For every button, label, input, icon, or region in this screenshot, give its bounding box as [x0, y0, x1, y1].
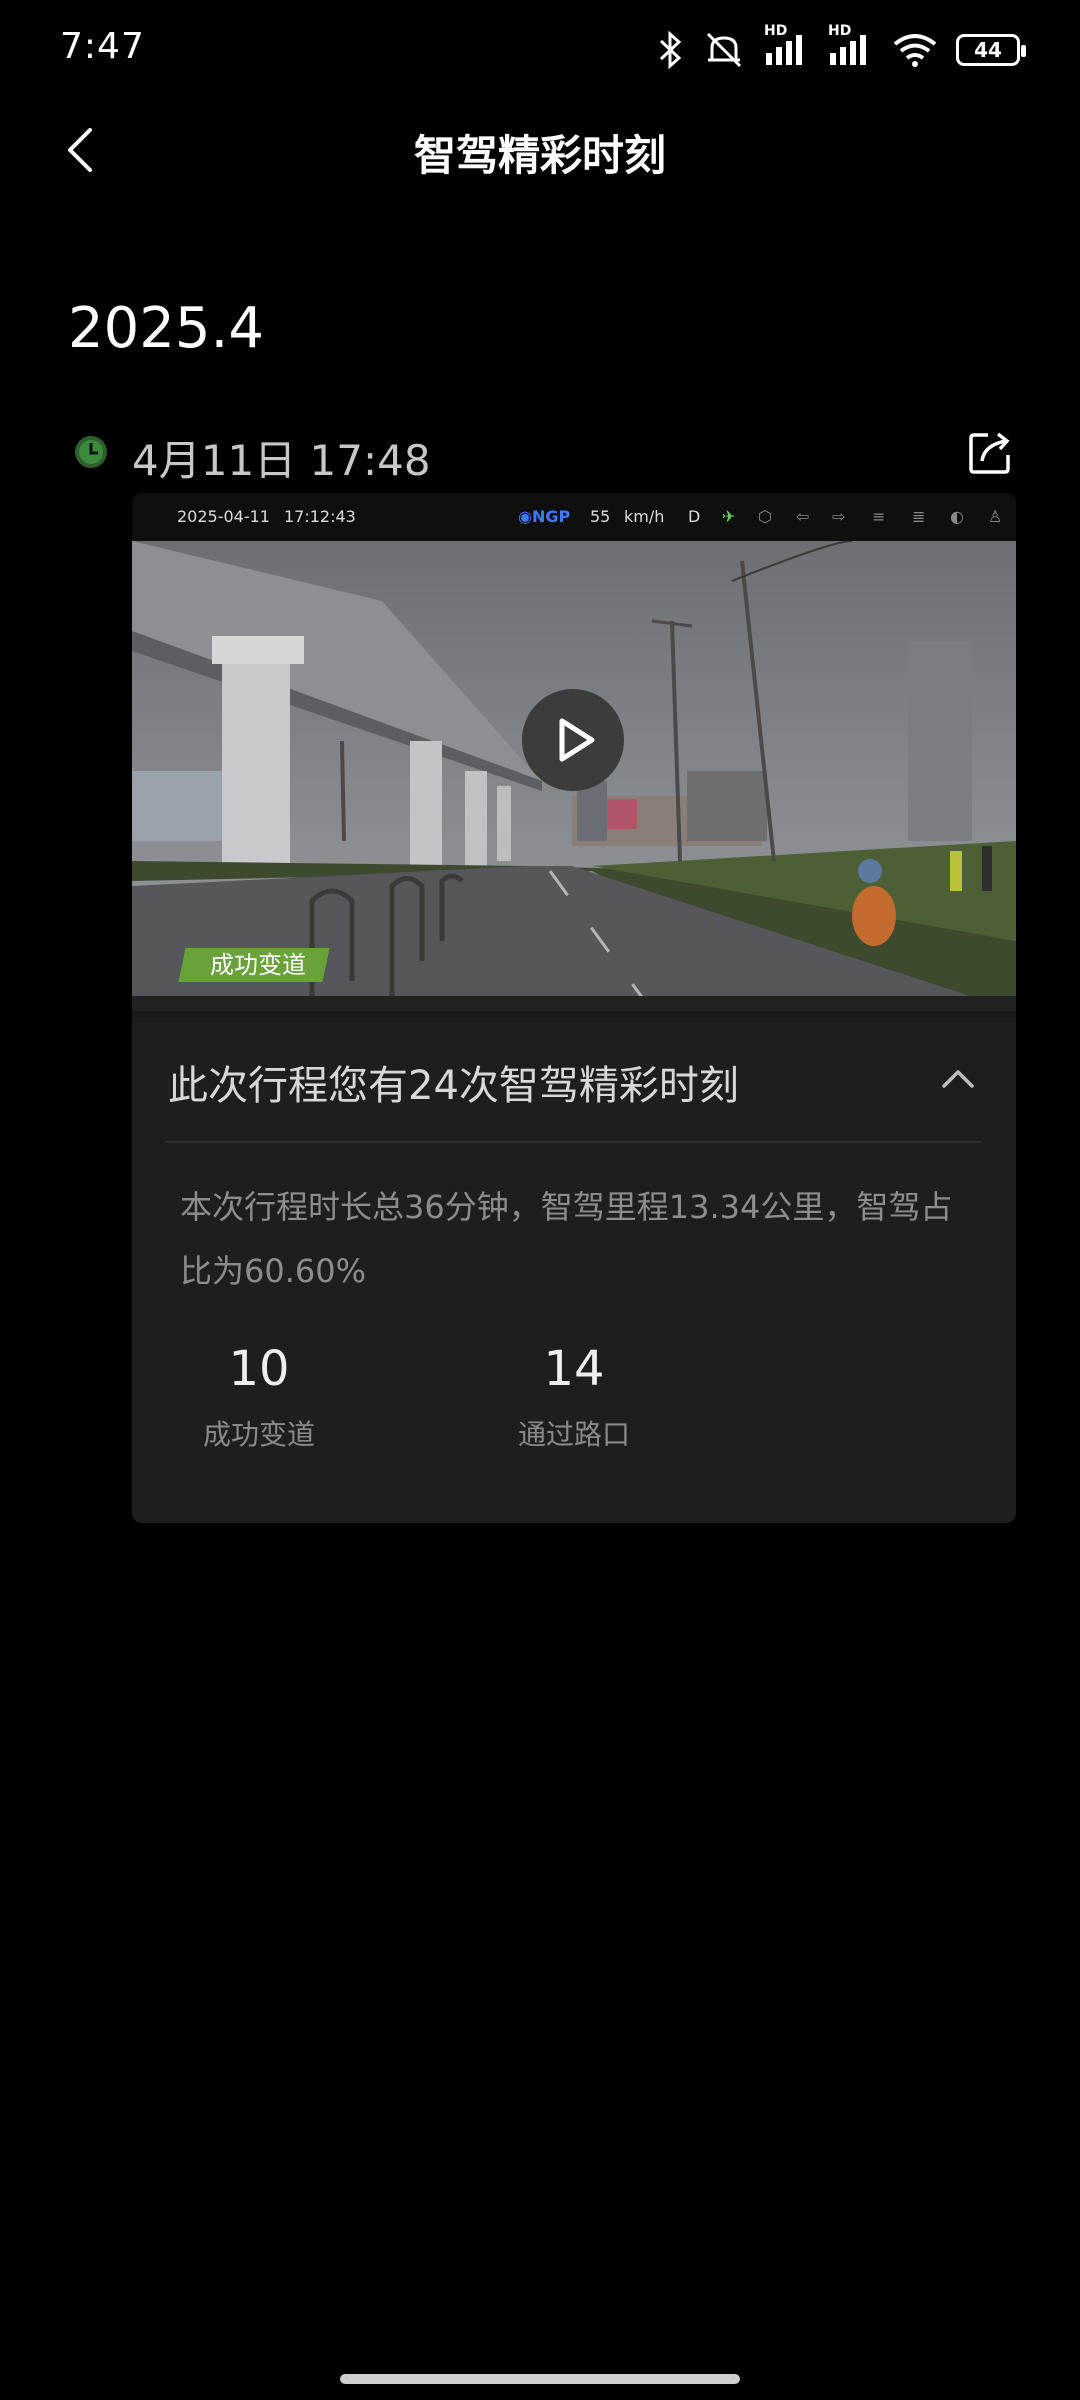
lane-change-tag: 成功变道 — [178, 948, 330, 982]
hd-label-1: HD — [764, 23, 788, 39]
stat-label: 通过路口 — [517, 1418, 630, 1451]
ngp-icon: ◉ — [518, 507, 532, 526]
entry-header: 4月11日 17:48 — [74, 425, 1014, 485]
right-turn-icon: ⇨ — [832, 507, 846, 526]
bluetooth-icon — [659, 31, 682, 69]
hud-mode: ◉NGP — [518, 507, 571, 526]
status-bar: 7:47 HD HD 44 — [0, 0, 1080, 100]
share-icon[interactable] — [968, 429, 1014, 475]
hud-gear: D — [688, 507, 701, 526]
month-heading: 2025.4 — [68, 296, 264, 361]
stat-intersection: 14 通过路口 — [474, 1341, 674, 1453]
hud-date: 2025-04-11 — [177, 507, 270, 526]
tag-label: 成功变道 — [210, 951, 306, 979]
video-hud: 2025-04-11 17:12:43 ◉NGP 55 km/h D ✈ ⬡ ⇦… — [132, 493, 1016, 541]
battery-icon: 44 — [956, 34, 1026, 66]
clock-icon — [75, 436, 107, 468]
stat-label: 成功变道 — [202, 1418, 315, 1451]
hud-time: 17:12:43 — [284, 507, 356, 526]
video-thumbnail[interactable]: 2025-04-11 17:12:43 ◉NGP 55 km/h D ✈ ⬡ ⇦… — [132, 493, 1016, 1018]
wifi-icon — [893, 34, 937, 67]
page-title: 智驾精彩时刻 — [413, 131, 666, 180]
stat-value: 10 — [228, 1341, 290, 1397]
status-icons: HD HD 44 — [658, 23, 1026, 74]
hd-label-2: HD — [828, 23, 852, 39]
divider — [166, 1141, 982, 1143]
status-time: 7:47 — [60, 26, 145, 67]
high-beam-icon: ≣ — [912, 507, 926, 526]
highlight-card: 2025-04-11 17:12:43 ◉NGP 55 km/h D ✈ ⬡ ⇦… — [132, 493, 1016, 1523]
left-turn-icon: ⇦ — [796, 507, 810, 526]
mute-icon — [706, 32, 742, 68]
app-header: 智驾精彩时刻 — [0, 100, 1080, 200]
stat-value: 14 — [543, 1341, 605, 1397]
low-beam-icon: ≡ — [872, 507, 886, 526]
vehicle-icon: ⬡ — [758, 507, 772, 526]
chevron-up-icon[interactable] — [938, 1059, 978, 1099]
hud-speed-unit: km/h — [624, 507, 665, 526]
signal-1: HD — [764, 23, 810, 67]
play-button[interactable] — [522, 689, 624, 791]
entry-datetime: 4月11日 17:48 — [132, 436, 431, 485]
steering-assist-icon: ✈ — [722, 507, 736, 526]
signal-2: HD — [828, 23, 874, 67]
fog-light-icon: ◐ — [950, 507, 964, 526]
stat-lane-change: 10 成功变道 — [159, 1341, 359, 1453]
trip-summary: 此次行程您有24次智驾精彩时刻 — [168, 1063, 739, 1109]
seatbelt-icon: ♙ — [988, 507, 1003, 526]
home-indicator[interactable] — [340, 2374, 740, 2384]
hud-speed: 55 — [590, 507, 611, 526]
trip-description: 本次行程时长总36分钟，智驾里程13.34公里，智驾占比为60.60% — [180, 1188, 953, 1290]
